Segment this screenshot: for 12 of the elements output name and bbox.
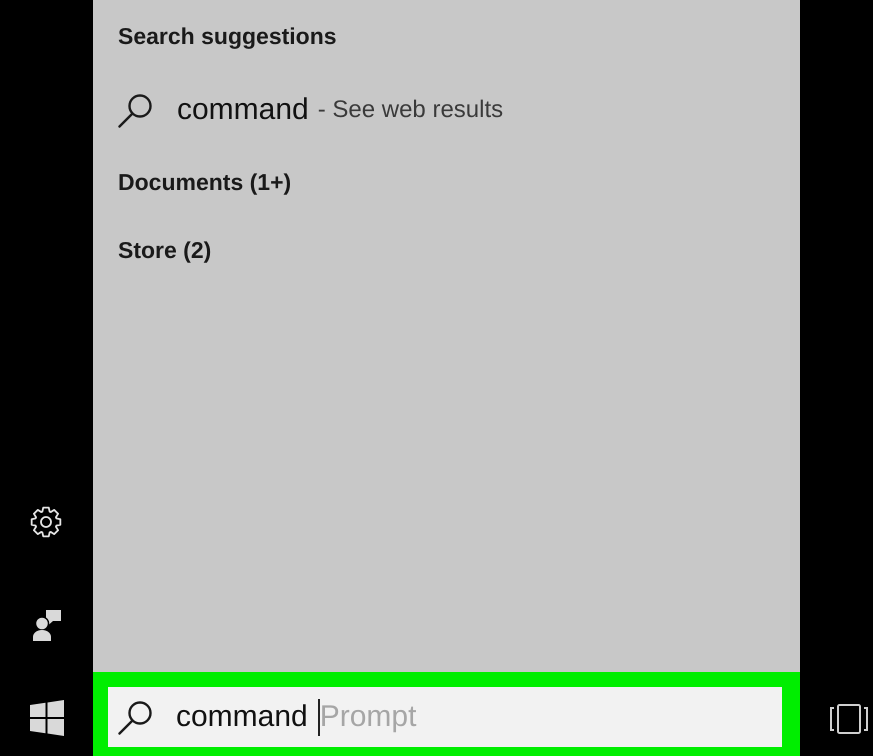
person-chat-icon[interactable]	[32, 608, 62, 642]
search-icon	[118, 92, 153, 128]
search-field[interactable]: command Prompt	[108, 687, 782, 747]
window-tiles-icon[interactable]	[30, 700, 64, 736]
task-view-icon[interactable]	[829, 703, 869, 735]
result-group-header[interactable]: Store (2)	[118, 234, 212, 266]
search-icon	[118, 700, 153, 734]
web-search-suggestion[interactable]: command - See web results	[118, 90, 504, 130]
result-group-header[interactable]: Documents (1+)	[118, 166, 292, 198]
section-heading: Search suggestions	[118, 22, 337, 51]
settings-icon[interactable]	[30, 506, 62, 538]
text-cursor-icon	[318, 698, 320, 736]
